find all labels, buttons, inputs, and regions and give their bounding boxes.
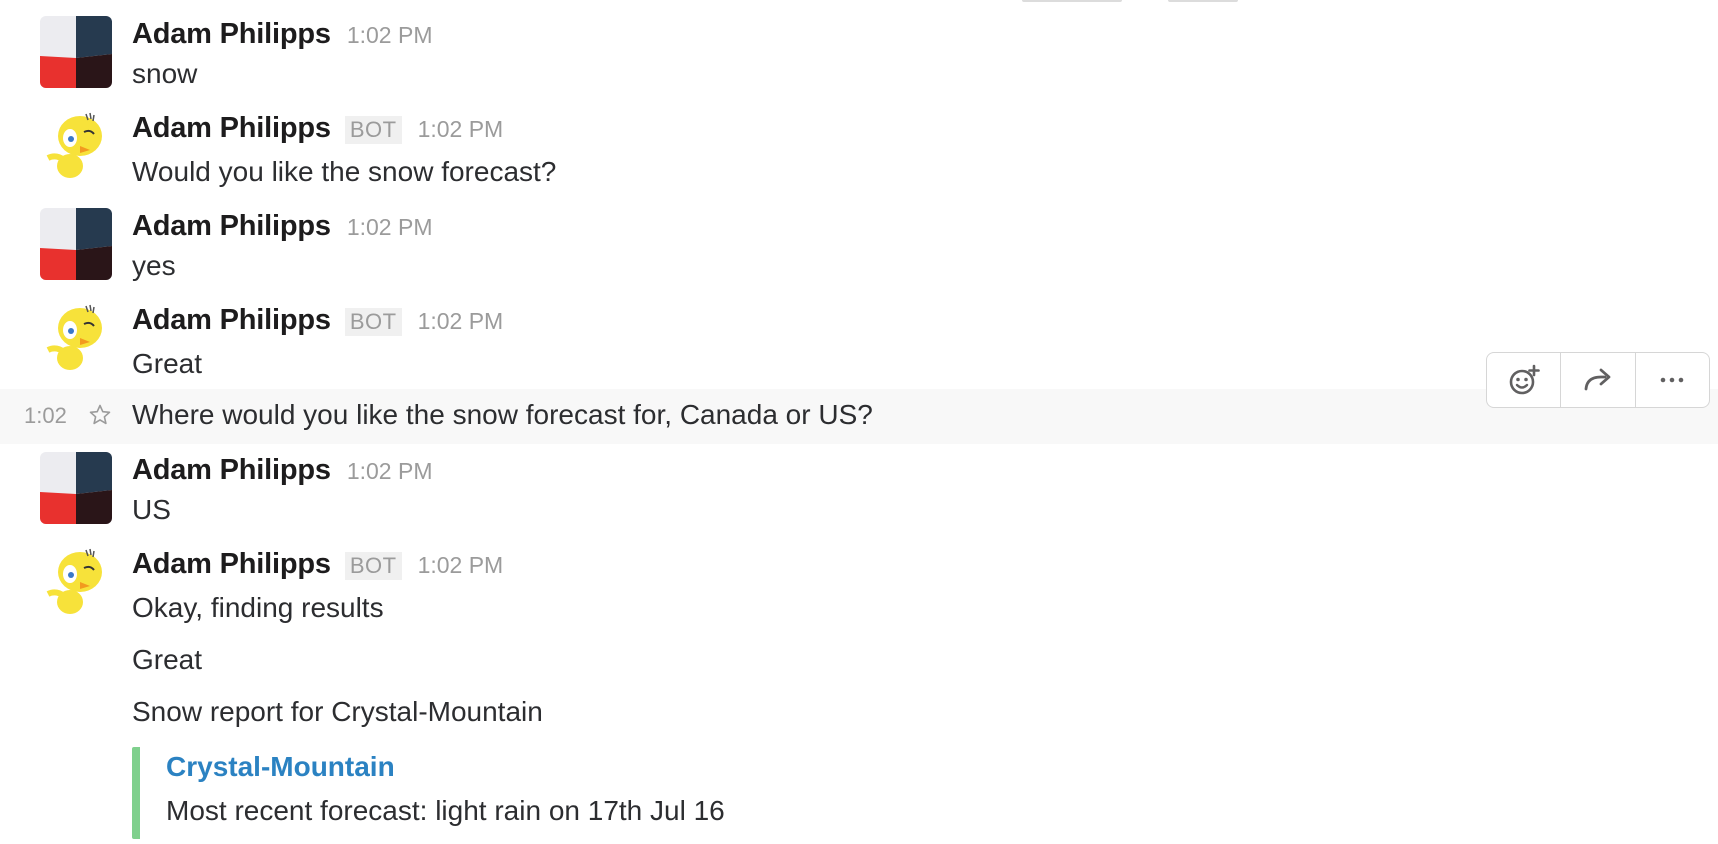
bot-avatar[interactable] <box>40 546 112 618</box>
bot-avatar[interactable] <box>40 110 112 182</box>
bot-badge: BOT <box>344 116 402 144</box>
timestamp[interactable]: 1:02 PM <box>347 214 433 241</box>
message-text: yes <box>132 250 176 281</box>
share-icon <box>1584 368 1611 391</box>
message-text: Great <box>132 644 203 675</box>
message-text: Great <box>132 348 203 379</box>
bot-avatar[interactable] <box>40 302 112 374</box>
add-reaction-button[interactable] <box>1487 353 1562 407</box>
message-text: Where would you like the snow forecast f… <box>132 399 873 430</box>
bot-badge: BOT <box>344 308 402 336</box>
more-actions-button[interactable] <box>1636 353 1709 407</box>
message-text: snow <box>132 58 198 89</box>
attachment-title-link[interactable]: Crystal-Mountain <box>166 751 395 783</box>
author-name[interactable]: Adam Philipps <box>132 112 331 145</box>
toolbar-edge <box>1022 0 1122 2</box>
message-text: Would you like the snow forecast? <box>132 156 557 187</box>
message-attachment: Crystal-Mountain Most recent forecast: l… <box>132 747 840 839</box>
toolbar-edge <box>1168 0 1238 2</box>
message-actions-toolbar <box>1486 352 1710 408</box>
add-reaction-icon <box>1509 364 1540 395</box>
timestamp[interactable]: 1:02 PM <box>347 22 433 49</box>
avatar[interactable] <box>40 208 112 280</box>
author-name[interactable]: Adam Philipps <box>132 548 331 581</box>
author-name[interactable]: Adam Philipps <box>132 18 331 51</box>
hovered-message[interactable]: 1:02 Where would you like the snow forec… <box>0 389 1718 444</box>
avatar[interactable] <box>40 16 112 88</box>
timestamp[interactable]: 1:02 PM <box>418 116 504 143</box>
timestamp[interactable]: 1:02 PM <box>418 308 504 335</box>
author-name[interactable]: Adam Philipps <box>132 304 331 337</box>
bot-badge: BOT <box>344 552 402 580</box>
attachment-text: Most recent forecast: light rain on 17th… <box>166 795 725 826</box>
more-actions-icon <box>1661 377 1684 383</box>
share-message-button[interactable] <box>1561 353 1636 407</box>
avatar[interactable] <box>40 452 112 524</box>
timestamp[interactable]: 1:02 PM <box>418 552 504 579</box>
message-text: Snow report for Crystal-Mountain <box>132 696 543 727</box>
author-name[interactable]: Adam Philipps <box>132 454 331 487</box>
star-icon[interactable] <box>88 403 112 427</box>
timestamp[interactable]: 1:02 PM <box>347 458 433 485</box>
message-text: US <box>132 494 171 525</box>
timestamp[interactable]: 1:02 <box>24 403 67 429</box>
author-name[interactable]: Adam Philipps <box>132 210 331 243</box>
message-text: Okay, finding results <box>132 592 384 623</box>
